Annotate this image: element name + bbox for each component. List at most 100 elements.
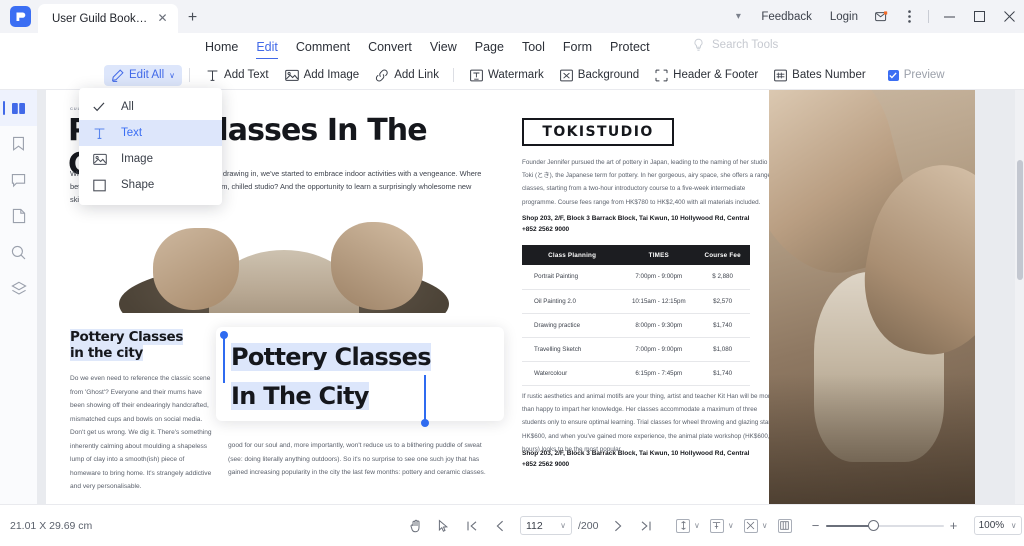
menu-home[interactable]: Home <box>196 33 247 61</box>
selected-text-line1: Pottery Classes <box>231 343 431 371</box>
selection-handle-end[interactable] <box>421 419 429 427</box>
dropdown-label-image: Image <box>121 153 153 165</box>
second-address[interactable]: Shop 203, 2/F, Block 3 Barrack Block, Ta… <box>522 449 784 470</box>
sidebar-item-comments[interactable] <box>0 162 37 198</box>
bookmark-icon <box>12 136 25 152</box>
background-icon <box>560 69 573 82</box>
zoom-in-icon[interactable]: + <box>944 518 964 533</box>
hand-tool-icon[interactable] <box>404 514 428 538</box>
sidebar-item-layers[interactable] <box>0 270 37 306</box>
message-notification-icon[interactable] <box>867 0 895 33</box>
single-page-view-button[interactable]: ∨ <box>676 519 700 533</box>
menu-view[interactable]: View <box>421 33 466 61</box>
column-body-text[interactable]: Do we even need to reference the classic… <box>70 372 215 494</box>
cell-class: Drawing practice <box>522 313 622 337</box>
dropdown-item-all[interactable]: All <box>79 94 222 120</box>
table-row: Watercolour 6:15pm - 7:45pm $1,740 <box>522 361 750 385</box>
page-number-input[interactable]: 112 ∨ <box>520 516 572 535</box>
studio-address[interactable]: Shop 203, 2/F, Block 3 Barrack Block, Ta… <box>522 214 784 235</box>
selection-handle-start[interactable] <box>220 331 228 339</box>
second-paragraph[interactable]: If rustic aesthetics and animal motifs a… <box>522 390 782 456</box>
menu-edit[interactable]: Edit <box>247 33 287 61</box>
search-tools-field[interactable]: Search Tools <box>692 38 778 52</box>
preview-label: Preview <box>904 69 945 81</box>
chevron-down-icon: ∨ <box>694 521 700 530</box>
cell-times: 7:00pm - 9:00pm <box>622 337 695 361</box>
sidebar-item-bookmarks[interactable] <box>0 126 37 162</box>
middle-body-text[interactable]: good for our soul and, more importantly,… <box>228 439 488 480</box>
bates-number-icon <box>774 69 787 82</box>
header-footer-icon <box>655 69 668 82</box>
minimize-icon[interactable] <box>934 0 964 33</box>
sidebar-item-search[interactable] <box>0 234 37 270</box>
dropdown-item-text[interactable]: Text <box>79 120 222 146</box>
potter-hands-shaping-bowl-photo[interactable] <box>79 218 489 313</box>
chevron-down-icon[interactable]: ▾ <box>724 11 752 22</box>
watermark-icon <box>470 69 483 82</box>
close-icon[interactable]: ✕ <box>156 12 169 25</box>
window-close-icon[interactable] <box>994 0 1024 33</box>
menu-convert[interactable]: Convert <box>359 33 421 61</box>
edit-all-button[interactable]: Edit All ∨ <box>104 65 182 86</box>
dropdown-item-image[interactable]: Image <box>79 146 222 172</box>
split-view-icon <box>778 519 792 533</box>
studio-paragraph[interactable]: Founder Jennifer pursued the art of pott… <box>522 156 780 209</box>
watermark-label: Watermark <box>488 69 544 81</box>
feedback-button[interactable]: Feedback <box>752 11 821 23</box>
text-tool-icon <box>206 69 219 82</box>
add-text-button[interactable]: Add Text <box>199 65 276 86</box>
menu-protect[interactable]: Protect <box>601 33 659 61</box>
dropdown-label-shape: Shape <box>121 179 154 191</box>
next-page-icon[interactable] <box>606 514 630 538</box>
potter-hands-on-clay-vessel-photo[interactable] <box>769 90 975 504</box>
zoom-slider-knob[interactable] <box>868 520 879 531</box>
login-button[interactable]: Login <box>821 11 867 23</box>
selection-caret-start <box>223 335 225 383</box>
background-button[interactable]: Background <box>553 65 646 86</box>
watermark-button[interactable]: Watermark <box>463 65 551 86</box>
zoom-slider[interactable] <box>826 519 944 533</box>
split-view-button[interactable] <box>778 519 792 533</box>
toolbar-divider-2 <box>453 68 454 82</box>
single-page-view-icon <box>676 519 690 533</box>
preview-checkbox[interactable]: Preview <box>881 65 952 86</box>
class-planning-table[interactable]: Class Planning TIMES Course Fee Portrait… <box>522 245 750 386</box>
prev-page-icon[interactable] <box>488 514 512 538</box>
menu-page[interactable]: Page <box>466 33 513 61</box>
menu-comment[interactable]: Comment <box>287 33 359 61</box>
cell-times: 8:00pm - 9:30pm <box>622 313 695 337</box>
page-icon <box>12 208 26 224</box>
bates-number-button[interactable]: Bates Number <box>767 65 873 86</box>
continuous-scroll-button[interactable]: ∨ <box>744 519 768 533</box>
menu-form[interactable]: Form <box>554 33 601 61</box>
plus-icon[interactable]: + <box>184 9 201 26</box>
select-tool-icon[interactable] <box>432 514 456 538</box>
last-page-icon[interactable] <box>634 514 658 538</box>
add-image-button[interactable]: Add Image <box>278 65 367 86</box>
menu-tool[interactable]: Tool <box>513 33 554 61</box>
more-vertical-icon[interactable] <box>895 0 923 33</box>
first-page-icon[interactable] <box>460 514 484 538</box>
dropdown-item-shape[interactable]: Shape <box>79 172 222 198</box>
cell-class: Oil Painting 2.0 <box>522 289 622 313</box>
document-tab[interactable]: User Guild Book.pdf ✕ <box>38 4 178 33</box>
column-heading[interactable]: Pottery Classes in the city <box>70 330 210 362</box>
zoom-level-select[interactable]: 100% ∨ <box>974 516 1022 535</box>
cell-times: 6:15pm - 7:45pm <box>622 361 695 385</box>
selected-text[interactable]: Pottery Classes In The City <box>231 338 489 416</box>
text-icon <box>93 127 113 140</box>
add-link-button[interactable]: Add Link <box>368 65 446 86</box>
facing-page-view-button[interactable]: ∨ <box>710 519 734 533</box>
zoom-out-icon[interactable]: − <box>806 518 826 533</box>
sidebar-item-thumbnails[interactable] <box>0 90 37 126</box>
add-image-label: Add Image <box>304 69 360 81</box>
continuous-scroll-icon <box>744 519 758 533</box>
header-footer-button[interactable]: Header & Footer <box>648 65 765 86</box>
background-label: Background <box>578 69 639 81</box>
edit-all-dropdown-menu[interactable]: All Text Image Shape <box>79 88 222 205</box>
cell-fee: $1,740 <box>695 313 750 337</box>
vertical-scrollbar[interactable] <box>1015 90 1024 504</box>
scrollbar-thumb[interactable] <box>1017 160 1023 280</box>
sidebar-item-pages[interactable] <box>0 198 37 234</box>
maximize-icon[interactable] <box>964 0 994 33</box>
